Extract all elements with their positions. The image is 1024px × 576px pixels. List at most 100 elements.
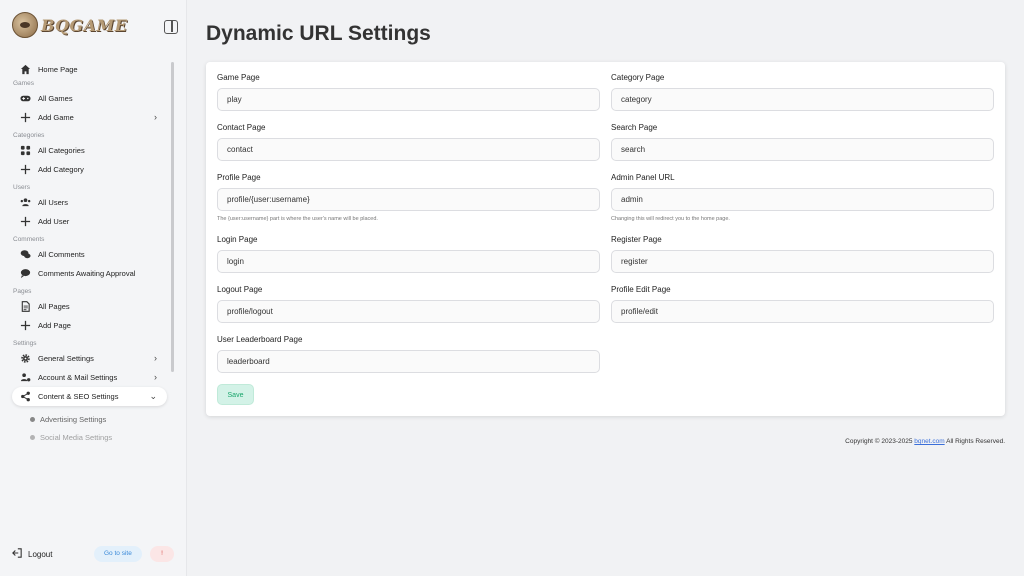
sidebar-item-comments-awaiting[interactable]: Comments Awaiting Approval (12, 264, 167, 283)
sidebar-item-label: All Users (38, 198, 69, 207)
bullet-icon (30, 434, 35, 440)
sidebar-item-label: Add Category (38, 165, 84, 174)
chevron-right-icon: › (154, 372, 157, 382)
grid-icon (20, 145, 31, 156)
plus-icon (20, 320, 31, 331)
field-category-page: Category Page category (611, 72, 994, 111)
section-games: Games (13, 80, 34, 87)
sidebar-item-all-categories[interactable]: All Categories (12, 141, 167, 160)
logout-label: Logout (28, 549, 53, 559)
field-register-page: Register Page register (611, 234, 994, 273)
chevron-right-icon: › (154, 112, 157, 122)
section-settings: Settings (13, 340, 37, 347)
sidebar-item-add-category[interactable]: Add Category (12, 160, 167, 179)
save-button[interactable]: Save (217, 384, 254, 405)
profile-edit-page-input[interactable]: profile/edit (611, 300, 994, 323)
field-leaderboard-page: User Leaderboard Page leaderboard (217, 334, 600, 373)
field-label: User Leaderboard Page (217, 335, 303, 344)
sidebar-item-label: All Comments (38, 250, 85, 259)
section-users: Users (13, 184, 30, 191)
sidebar-nav: Home Page Games All Games Add Game › Cat… (0, 60, 175, 460)
register-page-input[interactable]: register (611, 250, 994, 273)
section-categories: Categories (13, 132, 45, 139)
section-pages: Pages (13, 288, 32, 295)
sidebar-item-label: Account & Mail Settings (38, 373, 118, 382)
comment-pending-icon (20, 268, 31, 279)
logo-text: BQGAME (41, 15, 128, 35)
sidebar-item-label: Home Page (38, 65, 78, 74)
sidebar-subitem-social-media[interactable]: Social Media Settings (0, 428, 175, 446)
field-label: Category Page (611, 73, 665, 82)
sidebar-item-label: All Categories (38, 146, 85, 155)
copyright-prefix: Copyright © 2023-2025 (845, 438, 913, 445)
sidebar-item-all-users[interactable]: All Users (12, 193, 167, 212)
field-profile-page: Profile Page profile/{user:username} The… (217, 172, 600, 222)
gamepad-icon (20, 93, 31, 104)
sidebar-item-general-settings[interactable]: General Settings › (12, 349, 167, 368)
sidebar-item-label: All Games (38, 94, 73, 103)
field-logout-page: Logout Page profile/logout (217, 284, 600, 323)
sidebar-item-all-pages[interactable]: All Pages (12, 297, 167, 316)
sidebar-item-all-comments[interactable]: All Comments (12, 245, 167, 264)
gear-icon (20, 353, 31, 364)
sidebar: BQGAME Home Page Games All Games Add Gam… (0, 0, 187, 576)
field-admin-panel: Admin Panel URL admin Changing this will… (611, 172, 994, 222)
sidebar-item-label: Content & SEO Settings (38, 392, 119, 401)
search-page-input[interactable]: search (611, 138, 994, 161)
leaderboard-page-input[interactable]: leaderboard (217, 350, 600, 373)
sidebar-subitem-advertising[interactable]: Advertising Settings (0, 410, 175, 428)
chevron-right-icon: › (154, 353, 157, 363)
sidebar-scrollbar[interactable] (171, 62, 174, 372)
copyright: Copyright © 2023-2025 bqnet.com All Righ… (845, 438, 1005, 445)
home-icon (20, 64, 31, 75)
sidebar-item-all-games[interactable]: All Games (12, 89, 167, 108)
profile-page-input[interactable]: profile/{user:username} (217, 188, 600, 211)
admin-panel-input[interactable]: admin (611, 188, 994, 211)
field-label: Register Page (611, 235, 662, 244)
field-contact-page: Contact Page contact (217, 122, 600, 161)
sidebar-item-add-page[interactable]: Add Page (12, 316, 167, 335)
field-search-page: Search Page search (611, 122, 994, 161)
sidebar-item-label: Add Page (38, 321, 71, 330)
logo[interactable]: BQGAME (12, 12, 127, 38)
logout-icon (12, 548, 22, 560)
users-icon (20, 197, 31, 208)
logo-badge-icon (12, 12, 38, 38)
logout-page-input[interactable]: profile/logout (217, 300, 600, 323)
sidebar-subitem-label: Social Media Settings (40, 432, 113, 442)
field-label: Profile Page (217, 173, 261, 182)
game-page-input[interactable]: play (217, 88, 600, 111)
logout-button[interactable]: Logout (12, 548, 52, 560)
sidebar-item-account-mail[interactable]: Account & Mail Settings › (12, 368, 167, 387)
plus-icon (20, 112, 31, 123)
sidebar-item-label: General Settings (38, 354, 94, 363)
copyright-link[interactable]: bqnet.com (914, 438, 944, 445)
login-page-input[interactable]: login (217, 250, 600, 273)
field-hint: The {user:username} part is where the us… (217, 216, 378, 222)
share-icon (20, 391, 31, 402)
sidebar-item-label: Comments Awaiting Approval (38, 269, 136, 278)
sidebar-item-add-game[interactable]: Add Game › (12, 108, 167, 127)
field-label: Logout Page (217, 285, 263, 294)
field-label: Login Page (217, 235, 258, 244)
section-comments: Comments (13, 236, 45, 243)
category-page-input[interactable]: category (611, 88, 994, 111)
sidebar-toggle-icon[interactable] (164, 20, 178, 34)
field-game-page: Game Page play (217, 72, 600, 111)
go-to-site-button[interactable]: Go to site (94, 546, 142, 562)
plus-icon (20, 164, 31, 175)
alert-badge[interactable]: ! (150, 546, 174, 562)
field-profile-edit-page: Profile Edit Page profile/edit (611, 284, 994, 323)
page-title: Dynamic URL Settings (206, 22, 431, 45)
sidebar-item-add-user[interactable]: Add User (12, 212, 167, 231)
sidebar-item-home[interactable]: Home Page (12, 60, 167, 79)
logo-row: BQGAME (12, 12, 180, 42)
field-label: Profile Edit Page (611, 285, 671, 294)
contact-page-input[interactable]: contact (217, 138, 600, 161)
comments-icon (20, 249, 31, 260)
field-label: Search Page (611, 123, 658, 132)
plus-icon (20, 216, 31, 227)
sidebar-item-content-seo[interactable]: Content & SEO Settings ⌄ (12, 387, 167, 406)
sidebar-item-label: Add Game (38, 113, 74, 122)
field-label: Game Page (217, 73, 260, 82)
